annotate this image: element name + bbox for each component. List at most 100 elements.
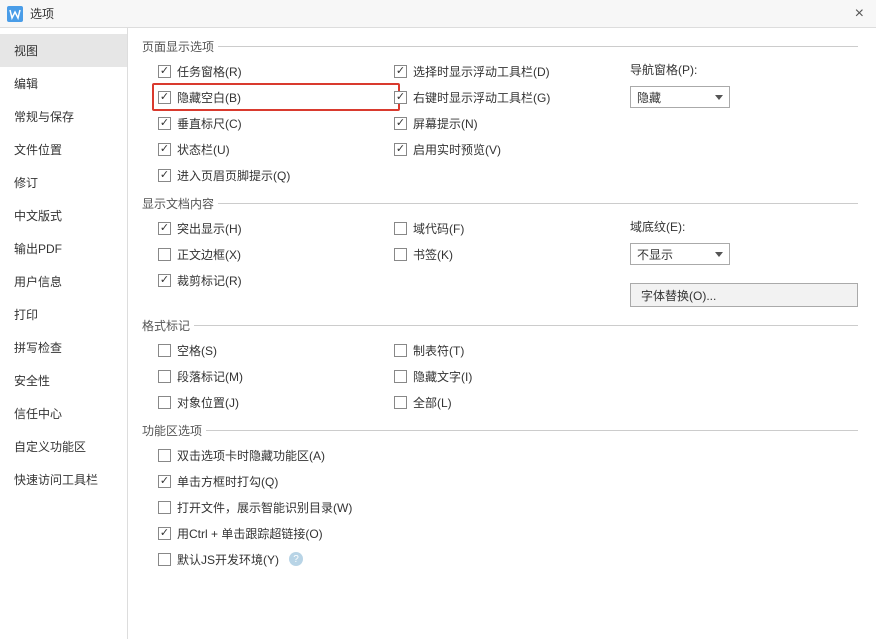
checkbox-label: 进入页眉页脚提示(Q) [177, 167, 290, 184]
titlebar: 选项 × [0, 0, 876, 28]
sidebar-item-print[interactable]: 打印 [0, 298, 127, 331]
checkbox-label: 状态栏(U) [177, 141, 230, 158]
group-title: 显示文档内容 [142, 195, 858, 212]
checkbox-icon [158, 475, 171, 488]
group-title: 功能区选项 [142, 422, 858, 439]
checkbox-icon [158, 169, 171, 182]
sidebar-item-user-info[interactable]: 用户信息 [0, 265, 127, 298]
sidebar-item-security[interactable]: 安全性 [0, 364, 127, 397]
info-icon[interactable]: ? [289, 552, 303, 566]
checkbox-label: 书签(K) [413, 246, 453, 263]
checkbox-icon [394, 222, 407, 235]
checkbox-label: 默认JS开发环境(Y) [177, 551, 279, 568]
content-panel: 页面显示选项 任务窗格(R) 隐藏空白(B) 垂直标尺(C) 状态栏(U) 进入… [128, 28, 876, 639]
checkbox-label: 隐藏空白(B) [177, 89, 241, 106]
checkbox-paragraph-marks[interactable]: 段落标记(M) [158, 366, 394, 386]
nav-pane-dropdown[interactable]: 隐藏 [630, 86, 730, 108]
checkbox-label: 单击方框时打勾(Q) [177, 473, 278, 490]
close-button[interactable]: × [849, 3, 870, 25]
sidebar-item-view[interactable]: 视图 [0, 34, 127, 67]
sidebar-item-chinese-layout[interactable]: 中文版式 [0, 199, 127, 232]
checkbox-label: 右键时显示浮动工具栏(G) [413, 89, 550, 106]
checkbox-icon [158, 274, 171, 287]
sidebar-label: 打印 [14, 308, 38, 322]
sidebar-label: 安全性 [14, 374, 50, 388]
dropdown-value: 不显示 [637, 246, 673, 263]
sidebar-item-spellcheck[interactable]: 拼写检查 [0, 331, 127, 364]
checkbox-label: 屏幕提示(N) [413, 115, 478, 132]
field-shading-dropdown[interactable]: 不显示 [630, 243, 730, 265]
checkbox-live-preview[interactable]: 启用实时预览(V) [394, 139, 630, 159]
checkbox-icon [394, 344, 407, 357]
checkbox-screen-tips[interactable]: 屏幕提示(N) [394, 113, 630, 133]
checkbox-dblclick-hide-ribbon[interactable]: 双击选项卡时隐藏功能区(A) [158, 445, 858, 465]
sidebar-label: 用户信息 [14, 275, 62, 289]
checkbox-highlight[interactable]: 突出显示(H) [158, 218, 394, 238]
checkbox-icon [158, 527, 171, 540]
sidebar-label: 自定义功能区 [14, 440, 86, 454]
app-logo-icon [6, 5, 24, 23]
checkbox-hidden-text[interactable]: 隐藏文字(I) [394, 366, 630, 386]
checkbox-label: 启用实时预览(V) [413, 141, 501, 158]
checkbox-object-position[interactable]: 对象位置(J) [158, 392, 394, 412]
checkbox-icon [394, 396, 407, 409]
checkbox-spaces[interactable]: 空格(S) [158, 340, 394, 360]
checkbox-label: 域代码(F) [413, 220, 464, 237]
sidebar-item-quick-access[interactable]: 快速访问工具栏 [0, 463, 127, 496]
nav-pane-label: 导航窗格(P): [630, 61, 858, 78]
sidebar-item-file-location[interactable]: 文件位置 [0, 133, 127, 166]
checkbox-tabs[interactable]: 制表符(T) [394, 340, 630, 360]
sidebar: 视图 编辑 常规与保存 文件位置 修订 中文版式 输出PDF 用户信息 打印 拼… [0, 28, 128, 639]
checkbox-label: 空格(S) [177, 342, 217, 359]
checkbox-icon [394, 91, 407, 104]
font-substitution-button[interactable]: 字体替换(O)... [630, 283, 858, 307]
checkbox-text-border[interactable]: 正文边框(X) [158, 244, 394, 264]
checkbox-select-toolbar[interactable]: 选择时显示浮动工具栏(D) [394, 61, 630, 81]
sidebar-item-edit[interactable]: 编辑 [0, 67, 127, 100]
checkbox-icon [158, 370, 171, 383]
checkbox-task-pane[interactable]: 任务窗格(R) [158, 61, 394, 81]
checkbox-hide-blank[interactable]: 隐藏空白(B) [158, 87, 241, 107]
checkbox-crop-marks[interactable]: 裁剪标记(R) [158, 270, 394, 290]
checkbox-default-js-env[interactable]: 默认JS开发环境(Y)? [158, 549, 858, 569]
checkbox-label: 全部(L) [413, 394, 452, 411]
sidebar-item-general-save[interactable]: 常规与保存 [0, 100, 127, 133]
group-title: 格式标记 [142, 317, 858, 334]
checkbox-label: 对象位置(J) [177, 394, 239, 411]
checkbox-label: 制表符(T) [413, 342, 464, 359]
checkbox-status-bar[interactable]: 状态栏(U) [158, 139, 394, 159]
checkbox-bookmarks[interactable]: 书签(K) [394, 244, 630, 264]
checkbox-click-check[interactable]: 单击方框时打勾(Q) [158, 471, 858, 491]
checkbox-icon [158, 449, 171, 462]
group-doc-content: 显示文档内容 突出显示(H) 正文边框(X) 裁剪标记(R) 域代码(F) 书签… [142, 195, 858, 307]
checkbox-icon [158, 396, 171, 409]
sidebar-label: 修订 [14, 176, 38, 190]
checkbox-label: 突出显示(H) [177, 220, 242, 237]
sidebar-item-output-pdf[interactable]: 输出PDF [0, 232, 127, 265]
checkbox-label: 打开文件，展示智能识别目录(W) [177, 499, 352, 516]
sidebar-label: 信任中心 [14, 407, 62, 421]
checkbox-ctrl-click-hyperlink[interactable]: 用Ctrl + 单击跟踪超链接(O) [158, 523, 858, 543]
checkbox-label: 裁剪标记(R) [177, 272, 242, 289]
sidebar-label: 拼写检查 [14, 341, 62, 355]
checkbox-smart-toc[interactable]: 打开文件，展示智能识别目录(W) [158, 497, 858, 517]
checkbox-label: 垂直标尺(C) [177, 115, 242, 132]
group-page-display: 页面显示选项 任务窗格(R) 隐藏空白(B) 垂直标尺(C) 状态栏(U) 进入… [142, 38, 858, 185]
checkbox-field-codes[interactable]: 域代码(F) [394, 218, 630, 238]
checkbox-icon [158, 344, 171, 357]
sidebar-label: 编辑 [14, 77, 38, 91]
checkbox-rightclick-toolbar[interactable]: 右键时显示浮动工具栏(G) [394, 87, 630, 107]
button-label: 字体替换(O)... [641, 287, 716, 304]
sidebar-item-trust-center[interactable]: 信任中心 [0, 397, 127, 430]
checkbox-all[interactable]: 全部(L) [394, 392, 630, 412]
sidebar-item-revision[interactable]: 修订 [0, 166, 127, 199]
group-title: 页面显示选项 [142, 38, 858, 55]
checkbox-icon [158, 91, 171, 104]
dropdown-value: 隐藏 [637, 89, 661, 106]
checkbox-label: 任务窗格(R) [177, 63, 242, 80]
checkbox-vertical-ruler[interactable]: 垂直标尺(C) [158, 113, 394, 133]
window-title: 选项 [30, 5, 849, 22]
checkbox-header-footer-hint[interactable]: 进入页眉页脚提示(Q) [158, 165, 394, 185]
sidebar-label: 文件位置 [14, 143, 62, 157]
sidebar-item-customize-ribbon[interactable]: 自定义功能区 [0, 430, 127, 463]
